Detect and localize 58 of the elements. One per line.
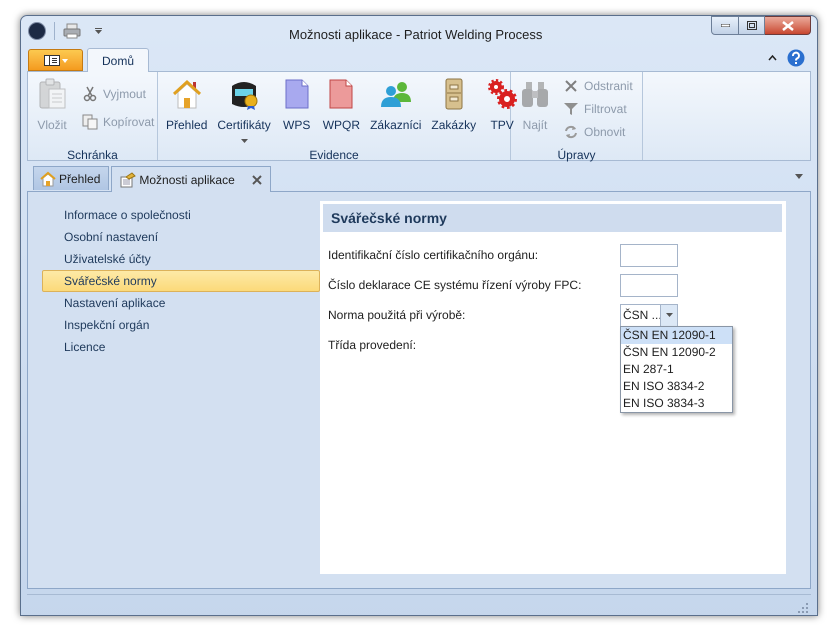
maximize-icon xyxy=(746,21,756,30)
document-tab[interactable]: Přehled xyxy=(33,166,110,190)
group-label: Evidence xyxy=(308,147,360,164)
minimize-icon xyxy=(720,24,730,27)
input-field[interactable] xyxy=(620,244,678,266)
ribbon-button[interactable]: WPQR xyxy=(318,76,364,146)
refresh-icon xyxy=(563,124,579,140)
resize-grip-icon[interactable] xyxy=(798,603,809,614)
field-label: Identifikační číslo certifikačního orgánu: xyxy=(328,247,540,264)
app-logo-icon[interactable] xyxy=(28,22,46,40)
minimize-button[interactable] xyxy=(711,16,739,35)
collapse-ribbon-icon[interactable] xyxy=(768,54,777,61)
ribbon-button[interactable]: WPS xyxy=(276,76,317,146)
scissors-icon xyxy=(82,86,98,102)
menu-icon xyxy=(44,54,68,66)
help-icon[interactable] xyxy=(787,49,805,67)
tab-list-arrow-icon[interactable] xyxy=(795,174,803,179)
dropdown-option[interactable]: ČSN EN 12090-1 xyxy=(621,327,732,344)
section-heading: Svářečské normy xyxy=(323,204,782,232)
dropdown-option[interactable]: EN ISO 3834-2 xyxy=(621,378,732,395)
dropdown-arrow-icon xyxy=(666,313,672,317)
window-title: Možnosti aplikace - Patriot Welding Process xyxy=(289,26,542,44)
ribbon-button[interactable]: Přehled xyxy=(162,76,212,146)
settings-document-icon xyxy=(120,172,136,188)
nav-item[interactable]: Uživatelské účty xyxy=(42,248,320,270)
application-menu-button[interactable] xyxy=(28,49,83,71)
group-label: Úpravy xyxy=(556,147,596,164)
dropdown-option[interactable]: ČSN EN 12090-2 xyxy=(621,344,732,361)
copy-icon xyxy=(82,114,98,130)
field-label: Číslo deklarace CE systému řízení výroby FPC: xyxy=(328,277,582,294)
document-tab[interactable]: Možnosti aplikace xyxy=(111,166,271,192)
dropdown-option[interactable]: EN 287-1 xyxy=(621,361,732,378)
close-button[interactable] xyxy=(765,16,811,35)
field-label: Norma použitá při výrobě: xyxy=(328,307,466,324)
gears-icon xyxy=(486,78,518,110)
dropdown-option[interactable]: EN ISO 3834-3 xyxy=(621,395,732,412)
close-icon[interactable] xyxy=(252,174,262,184)
nav-item[interactable]: Inspekční orgán xyxy=(42,314,320,336)
filter-icon xyxy=(563,101,579,117)
nav-item[interactable]: Informace o společnosti xyxy=(42,204,320,226)
nav-item[interactable]: Osobní nastavení xyxy=(42,226,320,248)
input-field[interactable] xyxy=(620,274,678,296)
ribbon-button[interactable]: Certifikáty xyxy=(213,76,275,146)
nav-item[interactable]: Nastavení aplikace xyxy=(42,292,320,314)
maximize-button[interactable] xyxy=(739,16,765,35)
ribbon-tab[interactable]: Domů xyxy=(87,48,150,72)
field-label: Třída provedení: xyxy=(328,337,418,354)
nav-item[interactable]: Licence xyxy=(42,336,320,358)
nav-item[interactable]: Svářečské normy xyxy=(42,270,320,292)
printer-icon[interactable] xyxy=(63,23,81,39)
house-icon xyxy=(170,78,203,110)
delete-icon xyxy=(563,78,579,94)
close-icon xyxy=(782,20,794,30)
ribbon-button[interactable]: Zakázky xyxy=(427,76,480,146)
ribbon-button[interactable]: Zákazníci xyxy=(366,76,426,146)
house-icon xyxy=(40,170,56,186)
customize-arrow-icon[interactable] xyxy=(95,28,102,34)
group-label: Schránka xyxy=(66,147,119,164)
